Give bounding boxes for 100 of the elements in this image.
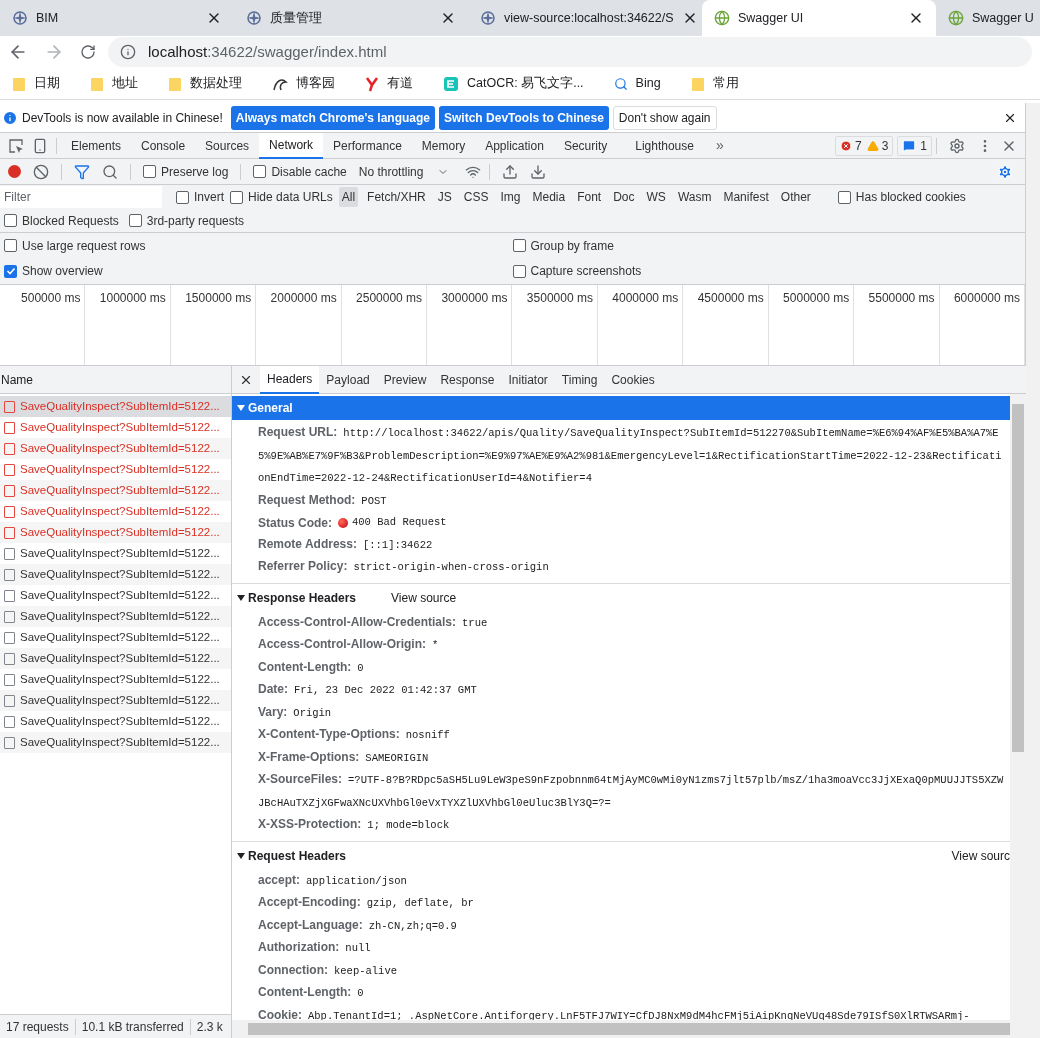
warning-icon bbox=[866, 139, 879, 152]
browser-tab[interactable]: Swagger UI bbox=[702, 0, 936, 36]
detail-tab[interactable]: Cookies bbox=[604, 365, 662, 394]
clear-icon[interactable] bbox=[33, 163, 49, 180]
scrollbar-thumb[interactable] bbox=[1012, 404, 1024, 752]
messages-counter[interactable]: 1 bbox=[897, 135, 932, 156]
view-source-link[interactable]: View sourc bbox=[951, 846, 1010, 865]
checkbox[interactable] bbox=[4, 214, 17, 227]
type-filter-button[interactable]: Img bbox=[497, 187, 524, 207]
detail-tab[interactable]: Timing bbox=[554, 365, 605, 394]
checkbox[interactable] bbox=[143, 165, 156, 178]
devtools-tab[interactable]: Memory bbox=[411, 132, 476, 159]
devtools-tab[interactable]: Sources bbox=[195, 132, 260, 159]
view-source-link[interactable]: View source bbox=[391, 588, 457, 607]
address-bar[interactable]: localhost:34622/swagger/index.html bbox=[108, 37, 1032, 67]
file-icon bbox=[4, 505, 15, 518]
search-icon[interactable] bbox=[102, 163, 118, 180]
type-filter-button[interactable]: Fetch/XHR bbox=[364, 187, 429, 207]
timeline-tick-label: 2000000 ms bbox=[270, 290, 337, 305]
type-filter-button[interactable]: JS bbox=[434, 187, 455, 207]
devtools-tab[interactable]: Performance bbox=[323, 132, 412, 159]
type-filter-button[interactable]: Wasm bbox=[674, 187, 715, 207]
column-header[interactable]: Name bbox=[0, 366, 231, 394]
secondary-button[interactable]: Don't show again bbox=[612, 105, 717, 130]
export-icon[interactable] bbox=[530, 163, 547, 180]
primary-button[interactable]: Always match Chrome's language bbox=[230, 105, 436, 130]
inspect-element-icon[interactable] bbox=[8, 137, 24, 154]
checkbox[interactable] bbox=[4, 264, 17, 278]
scrollbar-thumb[interactable] bbox=[248, 1023, 1010, 1035]
detail-tab[interactable]: Response bbox=[433, 365, 502, 394]
bookmark[interactable]: Bing bbox=[613, 74, 677, 93]
request-row[interactable]: SaveQualityInspect?SubItemId=5122... bbox=[0, 396, 231, 417]
request-row[interactable]: SaveQualityInspect?SubItemId=5122... bbox=[0, 606, 231, 627]
settings-icon[interactable] bbox=[949, 137, 965, 154]
filter-icon[interactable] bbox=[74, 163, 90, 180]
checkbox[interactable] bbox=[253, 165, 267, 178]
devtools-tab[interactable]: Network bbox=[259, 132, 324, 159]
checkbox[interactable] bbox=[176, 190, 189, 204]
file-icon bbox=[4, 484, 15, 497]
section-header[interactable]: General bbox=[232, 396, 1010, 420]
devtools-tab[interactable]: Lighthouse bbox=[617, 132, 712, 159]
device-toolbar-icon[interactable] bbox=[32, 137, 48, 154]
type-filter-button[interactable]: Doc bbox=[610, 187, 638, 207]
issues-counter[interactable]: 7 3 bbox=[834, 135, 894, 156]
bookmark[interactable]: 日期 bbox=[12, 74, 76, 93]
request-row[interactable]: SaveQualityInspect?SubItemId=5122... bbox=[0, 480, 231, 501]
section-header[interactable]: Request Headers View sourc bbox=[232, 843, 1010, 868]
devtools-tab[interactable]: Security bbox=[553, 132, 618, 159]
throttling-select[interactable]: No throttling bbox=[358, 162, 450, 181]
more-tabs-button[interactable]: » bbox=[711, 135, 728, 156]
timeline-tick-label: 4000000 ms bbox=[612, 290, 679, 305]
bookmark[interactable]: CatOCR: 易飞文字... bbox=[443, 74, 600, 93]
detail-tab[interactable]: Payload bbox=[319, 365, 377, 394]
devtools-tab[interactable]: Elements bbox=[61, 132, 132, 159]
type-filter-button[interactable]: Font bbox=[574, 187, 605, 207]
infobar-message: DevTools is now available in Chinese! bbox=[22, 109, 223, 127]
type-filter-button[interactable]: Media bbox=[529, 187, 569, 207]
type-filter-button[interactable]: CSS bbox=[460, 187, 492, 207]
request-row[interactable]: SaveQualityInspect?SubItemId=5122... bbox=[0, 522, 231, 543]
type-filter-button[interactable]: WS bbox=[643, 187, 669, 207]
browser-tab[interactable]: Swagger U bbox=[936, 0, 1040, 36]
folder-icon bbox=[168, 75, 182, 92]
bookmark[interactable]: 博客园 bbox=[272, 74, 351, 93]
header-name: Status Code: bbox=[258, 514, 332, 532]
checkbox[interactable] bbox=[230, 190, 243, 204]
section-header[interactable]: Response Headers View source bbox=[232, 585, 1010, 610]
bookmark[interactable]: 地址 bbox=[90, 74, 154, 93]
checkbox[interactable] bbox=[837, 190, 851, 204]
bookmark[interactable]: 常用 bbox=[690, 74, 755, 93]
primary-button[interactable]: Switch DevTools to Chinese bbox=[439, 105, 609, 130]
devtools-tab[interactable]: Application bbox=[475, 132, 554, 159]
type-filter-button[interactable]: Other bbox=[777, 187, 814, 207]
header-line: Request Method: POST bbox=[258, 491, 388, 509]
header-value: 400 Bad Request bbox=[352, 514, 447, 530]
devtools-tab[interactable]: Console bbox=[131, 132, 196, 159]
bookmark[interactable]: 数据处理 bbox=[168, 74, 258, 93]
type-filter-button[interactable]: All bbox=[338, 187, 359, 207]
request-row[interactable]: SaveQualityInspect?SubItemId=5122... bbox=[0, 438, 231, 459]
detail-tab[interactable]: Preview bbox=[376, 365, 434, 394]
request-row[interactable]: SaveQualityInspect?SubItemId=5122... bbox=[0, 732, 231, 753]
detail-tab[interactable]: Initiator bbox=[501, 365, 555, 394]
checkbox[interactable] bbox=[128, 214, 142, 227]
browser-tab[interactable]: 质量管理 bbox=[234, 0, 468, 36]
type-filter-button[interactable]: Manifest bbox=[720, 187, 772, 207]
request-row[interactable]: SaveQualityInspect?SubItemId=5122... bbox=[0, 648, 231, 669]
record-button[interactable] bbox=[8, 165, 21, 178]
checkbox-label: 3rd-party requests bbox=[146, 212, 245, 230]
request-row[interactable]: SaveQualityInspect?SubItemId=5122... bbox=[0, 564, 231, 585]
request-row[interactable]: SaveQualityInspect?SubItemId=5122... bbox=[0, 690, 231, 711]
browser-tab[interactable]: BIM bbox=[0, 0, 234, 36]
checkbox[interactable] bbox=[512, 264, 526, 278]
reload-icon[interactable] bbox=[80, 44, 96, 60]
message-icon bbox=[902, 138, 917, 153]
checkbox[interactable] bbox=[4, 239, 17, 253]
checkbox[interactable] bbox=[512, 239, 526, 253]
browser-tab[interactable]: view-source:localhost:34622/S bbox=[468, 0, 702, 36]
bookmark[interactable]: 有道 bbox=[365, 74, 429, 93]
detail-tab[interactable]: Headers bbox=[260, 365, 320, 394]
filter-field[interactable]: Filter bbox=[0, 186, 162, 208]
import-icon[interactable] bbox=[502, 163, 519, 180]
